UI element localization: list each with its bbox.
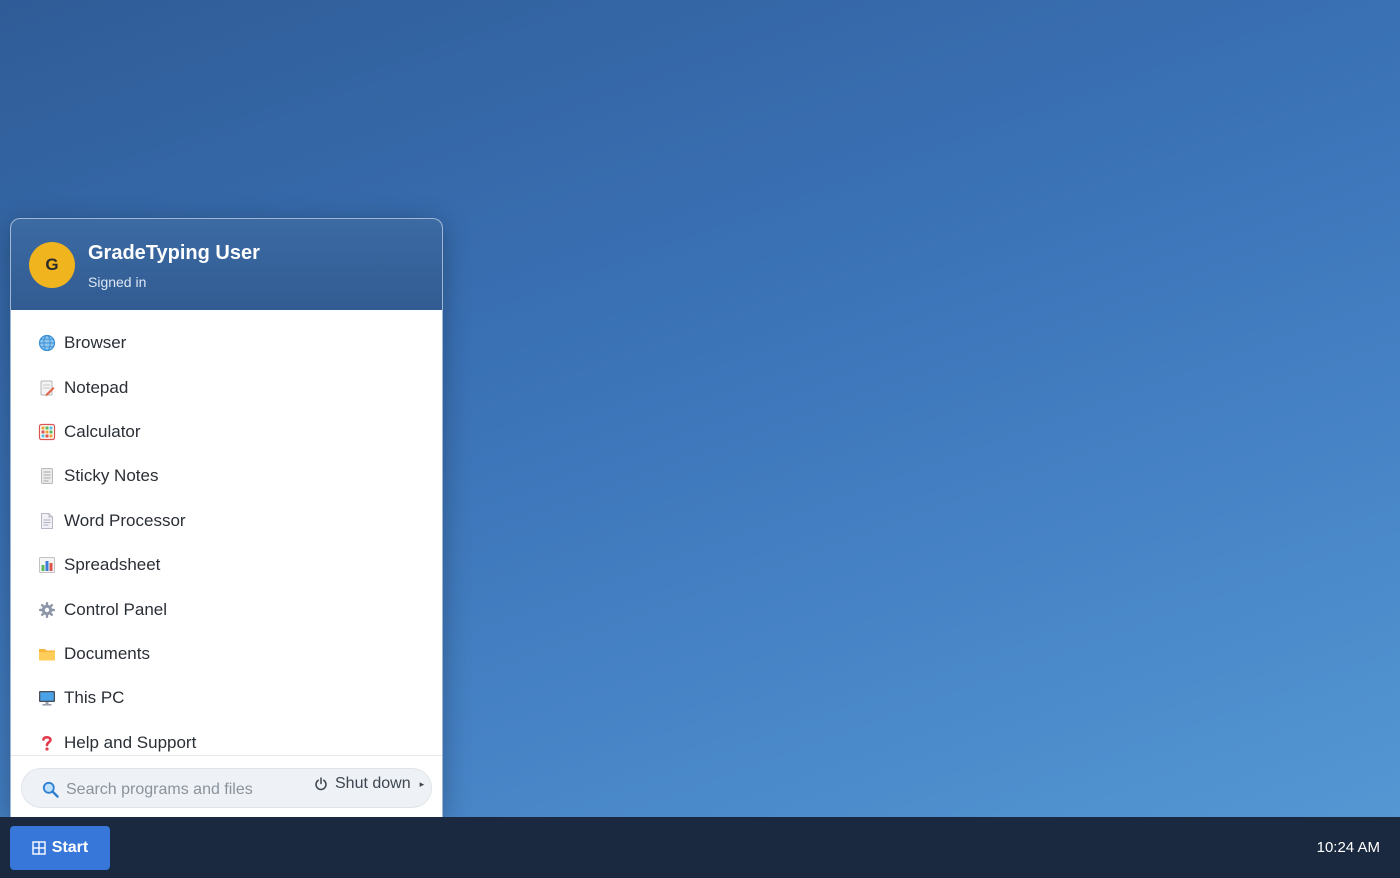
app-item-browser[interactable]: Browser xyxy=(11,321,442,365)
user-name: GradeTyping User xyxy=(88,242,260,264)
app-label: Help and Support xyxy=(64,732,197,752)
shutdown-label: Shut down xyxy=(335,775,411,792)
shutdown-button[interactable]: Shut down ▸ xyxy=(314,772,424,796)
app-label: Control Panel xyxy=(64,599,168,619)
power-icon xyxy=(314,777,328,791)
start-menu: G GradeTyping User Signed in Browser Not… xyxy=(10,218,443,817)
app-label: Word Processor xyxy=(64,510,186,530)
app-label: This PC xyxy=(64,688,125,708)
question-icon xyxy=(38,734,56,752)
shutdown-arrow-icon[interactable]: ▸ xyxy=(420,779,425,790)
start-button[interactable]: Start xyxy=(10,826,110,870)
app-item-notepad[interactable]: Notepad xyxy=(11,365,442,409)
notepad-icon xyxy=(38,379,56,397)
app-item-documents[interactable]: Documents xyxy=(11,632,442,676)
avatar[interactable]: G xyxy=(29,242,75,288)
app-item-control-panel[interactable]: Control Panel xyxy=(11,587,442,631)
app-label: Calculator xyxy=(64,421,141,441)
taskbar: Start 10:24 AM xyxy=(0,817,1400,878)
start-label: Start xyxy=(51,839,89,856)
windows-logo-icon xyxy=(32,841,46,855)
app-item-this-pc[interactable]: This PC xyxy=(11,676,442,720)
app-item-calculator[interactable]: Calculator xyxy=(11,410,442,454)
app-list: Browser Notepad Calculator Sticky Notes … xyxy=(11,310,442,765)
app-label: Documents xyxy=(64,643,150,663)
app-item-spreadsheet[interactable]: Spreadsheet xyxy=(11,543,442,587)
globe-icon xyxy=(38,334,56,352)
clock[interactable]: 10:24 AM xyxy=(1317,839,1380,856)
search-icon xyxy=(42,781,59,798)
document-icon xyxy=(38,512,56,530)
folder-icon xyxy=(38,645,56,663)
user-header: G GradeTyping User Signed in xyxy=(11,219,442,310)
gear-icon xyxy=(38,601,56,619)
app-label: Sticky Notes xyxy=(64,466,159,486)
app-label: Spreadsheet xyxy=(64,555,161,575)
sticky-notes-icon xyxy=(38,467,56,485)
menu-footer: Shut down ▸ xyxy=(11,755,442,817)
app-label: Notepad xyxy=(64,377,129,397)
search-input[interactable] xyxy=(66,777,266,803)
search-bar[interactable]: Shut down ▸ xyxy=(21,768,432,808)
user-status: Signed in xyxy=(88,274,147,290)
app-item-sticky-notes[interactable]: Sticky Notes xyxy=(11,454,442,498)
computer-icon xyxy=(38,689,56,707)
bar-chart-icon xyxy=(38,556,56,574)
app-item-word-processor[interactable]: Word Processor xyxy=(11,499,442,543)
app-label: Browser xyxy=(64,333,127,353)
calculator-icon xyxy=(38,423,56,441)
